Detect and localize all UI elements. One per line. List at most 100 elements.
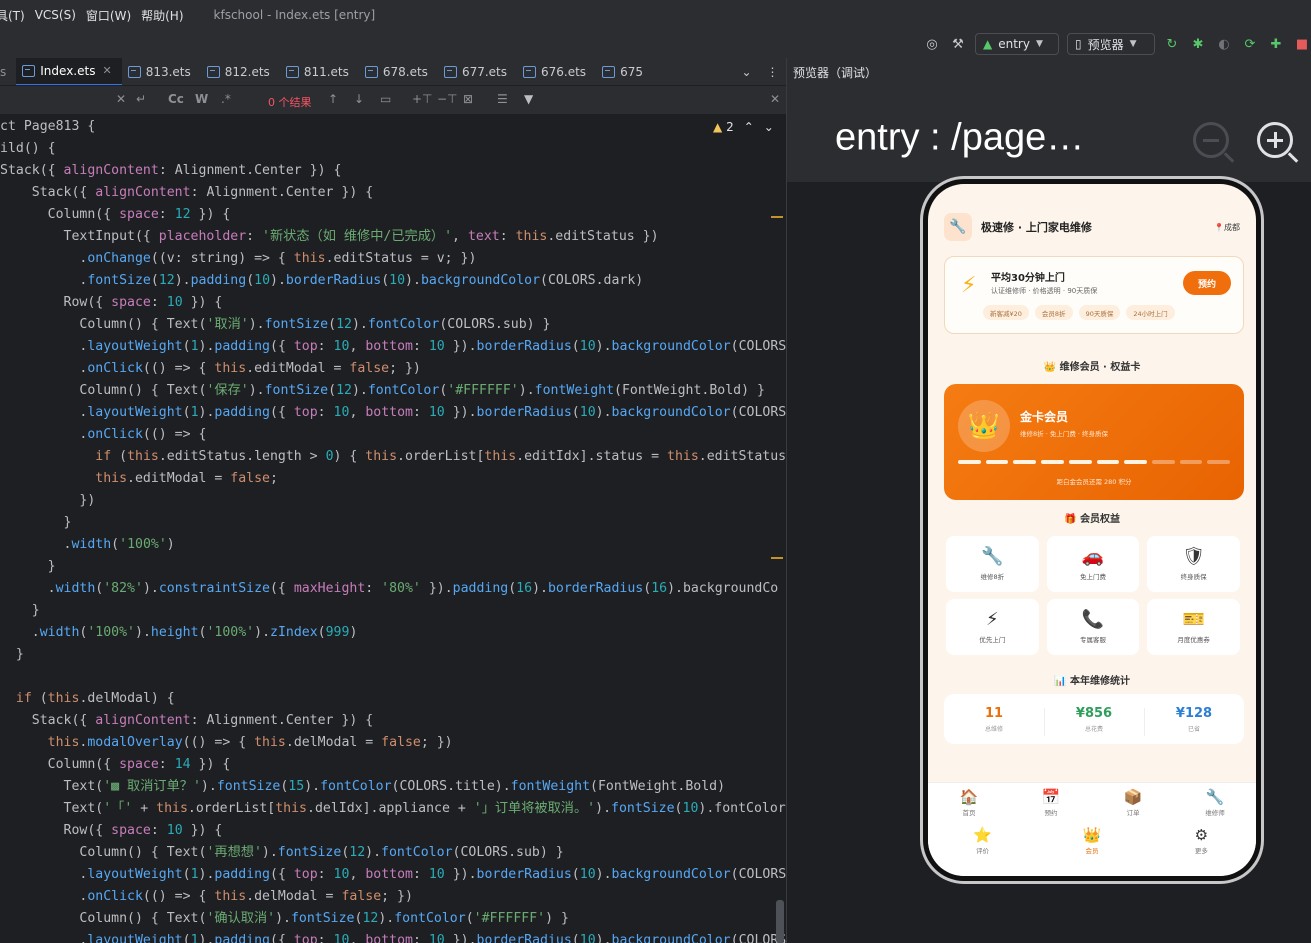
code-line: Stack({ alignContent: Alignment.Center }… <box>0 713 374 728</box>
nav-home[interactable]: 🏠 首页 <box>928 788 1010 818</box>
chevron-down-icon[interactable]: ⌄ <box>764 120 774 134</box>
arrow-down-icon[interactable]: ↓ <box>354 92 364 106</box>
promo-tags: 新客减¥20 会员8折 90天质保 24小时上门 <box>983 305 1175 320</box>
ticket-icon: 🎫 <box>1182 609 1205 630</box>
nav-technicians[interactable]: 🔧 维修师 <box>1174 789 1256 818</box>
filter-icon[interactable]: ▼ <box>524 92 533 106</box>
nav-more[interactable]: ⚙ 更多 <box>1147 827 1256 856</box>
nav-orders[interactable]: 📦 订单 <box>1092 789 1174 818</box>
rerun-icon[interactable]: ↻ <box>1163 35 1181 53</box>
more-vert-icon[interactable]: ⋮ <box>767 65 779 79</box>
ets-file-icon <box>285 65 299 78</box>
code-editor[interactable]: ▲ 2 ⌃ ⌄ ct Page813 {ild() {Stack({ align… <box>0 114 786 943</box>
nav-membership[interactable]: 👑 会员 <box>1037 827 1146 856</box>
whole-word-toggle[interactable]: W <box>195 92 208 106</box>
target-icon[interactable]: ◎ <box>923 35 941 53</box>
module-select[interactable]: ▲ entry ▼ <box>975 33 1059 55</box>
add-selection-icon[interactable]: +⊤ <box>412 92 433 106</box>
code-line: if (this.delModal) { <box>15 691 175 706</box>
stat-total-spent: ¥856 总花费 <box>1044 706 1144 736</box>
crown-icon: 👑 <box>958 400 1010 452</box>
code-line: .layoutWeight(1).padding({ top: 10, bott… <box>0 339 786 354</box>
select-all-icon[interactable]: ▭ <box>380 92 391 106</box>
tab-813-ets[interactable]: 813.ets <box>122 58 201 85</box>
gold-card-subtitle: 维修8折 · 免上门费 · 终身质保 <box>1020 430 1109 438</box>
tab-677-ets[interactable]: 677.ets <box>438 58 517 85</box>
progress-segment <box>1041 460 1064 464</box>
benefit-support[interactable]: 📞 专属客服 <box>1046 599 1140 655</box>
member-section-title: 👑 维修会员 · 权益卡 <box>928 358 1256 373</box>
tab-812-ets[interactable]: 812.ets <box>201 58 280 85</box>
menu-help[interactable]: 帮助(H) <box>141 7 193 24</box>
close-icon[interactable]: ✕ <box>102 64 111 77</box>
benefit-free-visit[interactable]: 🚗 免上门费 <box>1046 536 1140 592</box>
book-button[interactable]: 预约 <box>1183 271 1231 295</box>
editor-scrollbar[interactable] <box>776 900 784 943</box>
code-line: .layoutWeight(1).padding({ top: 10, bott… <box>0 867 786 882</box>
code-line: Stack({ alignContent: Alignment.Center }… <box>0 185 374 200</box>
hammer-icon[interactable]: ⚒ <box>949 35 967 53</box>
gold-member-card[interactable]: 👑 金卡会员 维修8折 · 免上门费 · 终身质保 距白金会员还需 280 积分 <box>944 384 1244 500</box>
filter-lines-icon[interactable]: ☰ <box>497 92 508 106</box>
benefit-label: 免上门费 <box>1079 573 1106 581</box>
code-line: Row({ space: 10 }) { <box>0 295 223 310</box>
code-line: .layoutWeight(1).padding({ top: 10, bott… <box>0 405 786 420</box>
regex-toggle[interactable]: .* <box>221 92 231 106</box>
remove-selection-icon[interactable]: −⊤ <box>437 92 458 106</box>
tab-partial[interactable]: s <box>0 58 16 85</box>
nav-booking[interactable]: 📅 预约 <box>1010 789 1092 818</box>
inspection-widget[interactable]: ▲ 2 ⌃ ⌄ <box>713 120 774 134</box>
match-case-toggle[interactable]: Cc <box>168 92 184 106</box>
menu-vcs[interactable]: VCS(S) <box>35 8 86 22</box>
ets-file-icon <box>127 65 141 78</box>
progress-segment <box>1124 460 1147 464</box>
debug-bug-icon[interactable]: ✱ <box>1189 35 1207 53</box>
stop-icon[interactable]: ■ <box>1293 35 1311 53</box>
tab-676-ets[interactable]: 676.ets <box>517 58 596 85</box>
benefit-priority[interactable]: ⚡ 优先上门 <box>946 599 1039 655</box>
chevron-down-icon[interactable]: ⌄ <box>741 65 751 79</box>
attach-debugger-icon[interactable]: ✚ <box>1267 35 1285 53</box>
tab-675-ets[interactable]: 675 <box>596 58 653 85</box>
menu-window[interactable]: 窗口(W) <box>86 7 141 24</box>
menu-tools[interactable]: 具(T) <box>0 7 35 24</box>
tab-811-ets[interactable]: 811.ets <box>280 58 359 85</box>
apply-changes-icon[interactable]: ⟳ <box>1241 35 1259 53</box>
tab-index-ets[interactable]: Index.ets ✕ <box>16 58 122 85</box>
chevron-up-icon[interactable]: ⌃ <box>744 120 754 134</box>
clear-search-icon[interactable]: ✕ <box>116 92 126 106</box>
benefit-warranty[interactable]: 🛡 终身质保 <box>1147 536 1240 592</box>
star-icon: ⭐ <box>973 826 992 844</box>
benefit-label: 专属客服 <box>1079 636 1106 644</box>
benefit-label: 维修8折 <box>980 573 1005 581</box>
zoom-in-icon[interactable] <box>1257 122 1299 163</box>
home-icon: 🏠 <box>959 788 979 806</box>
phone-bezel: 🔧 极速修 · 上门家电维修 📍成都 ⚡ 平均30分钟上门 认证维修师 · 价格… <box>923 179 1261 881</box>
phone-screen[interactable]: 🔧 极速修 · 上门家电维修 📍成都 ⚡ 平均30分钟上门 认证维修师 · 价格… <box>928 184 1256 876</box>
city-selector[interactable]: 📍成都 <box>1214 222 1240 233</box>
stats-section-title: 📊 本年维修统计 <box>928 672 1256 687</box>
progress-segment <box>1151 460 1175 464</box>
close-search-icon[interactable]: ✕ <box>770 92 780 106</box>
code-line: } <box>0 603 40 618</box>
nav-reviews[interactable]: ⭐ 评价 <box>928 826 1037 856</box>
tab-label: 812.ets <box>224 64 270 79</box>
previewer-select[interactable]: ▯ 预览器 ▼ <box>1067 33 1155 55</box>
profile-icon[interactable]: ◐ <box>1215 35 1233 53</box>
code-line: .onClick(() => { this.editModal = false;… <box>0 361 421 376</box>
arrow-up-icon[interactable]: ↑ <box>328 92 338 106</box>
stat-label: 已省 <box>1187 725 1200 733</box>
main-toolbar: ◎ ⚒ ▲ entry ▼ ▯ 预览器 ▼ ↻ ✱ ◐ ⟳ ✚ ■ <box>0 30 1311 58</box>
ets-file-icon <box>206 65 220 78</box>
select-all-occurrences-icon[interactable]: ⊠ <box>463 92 473 106</box>
benefit-coupon[interactable]: 🎫 月度优惠券 <box>1147 599 1240 655</box>
zoom-out-icon[interactable] <box>1193 122 1235 163</box>
benefit-discount[interactable]: 🔧 维修8折 <box>946 536 1039 592</box>
code-line: Column({ space: 14 }) { <box>0 757 231 772</box>
previewer-select-value: 预览器 <box>1087 37 1124 52</box>
tab-678-ets[interactable]: 678.ets <box>359 58 438 85</box>
ets-file-icon <box>364 65 378 78</box>
newline-icon[interactable]: ↵ <box>136 92 146 106</box>
warning-indicator: ▲ 2 <box>713 120 734 134</box>
phone-frame: 🔧 极速修 · 上门家电维修 📍成都 ⚡ 平均30分钟上门 认证维修师 · 价格… <box>920 176 1264 884</box>
